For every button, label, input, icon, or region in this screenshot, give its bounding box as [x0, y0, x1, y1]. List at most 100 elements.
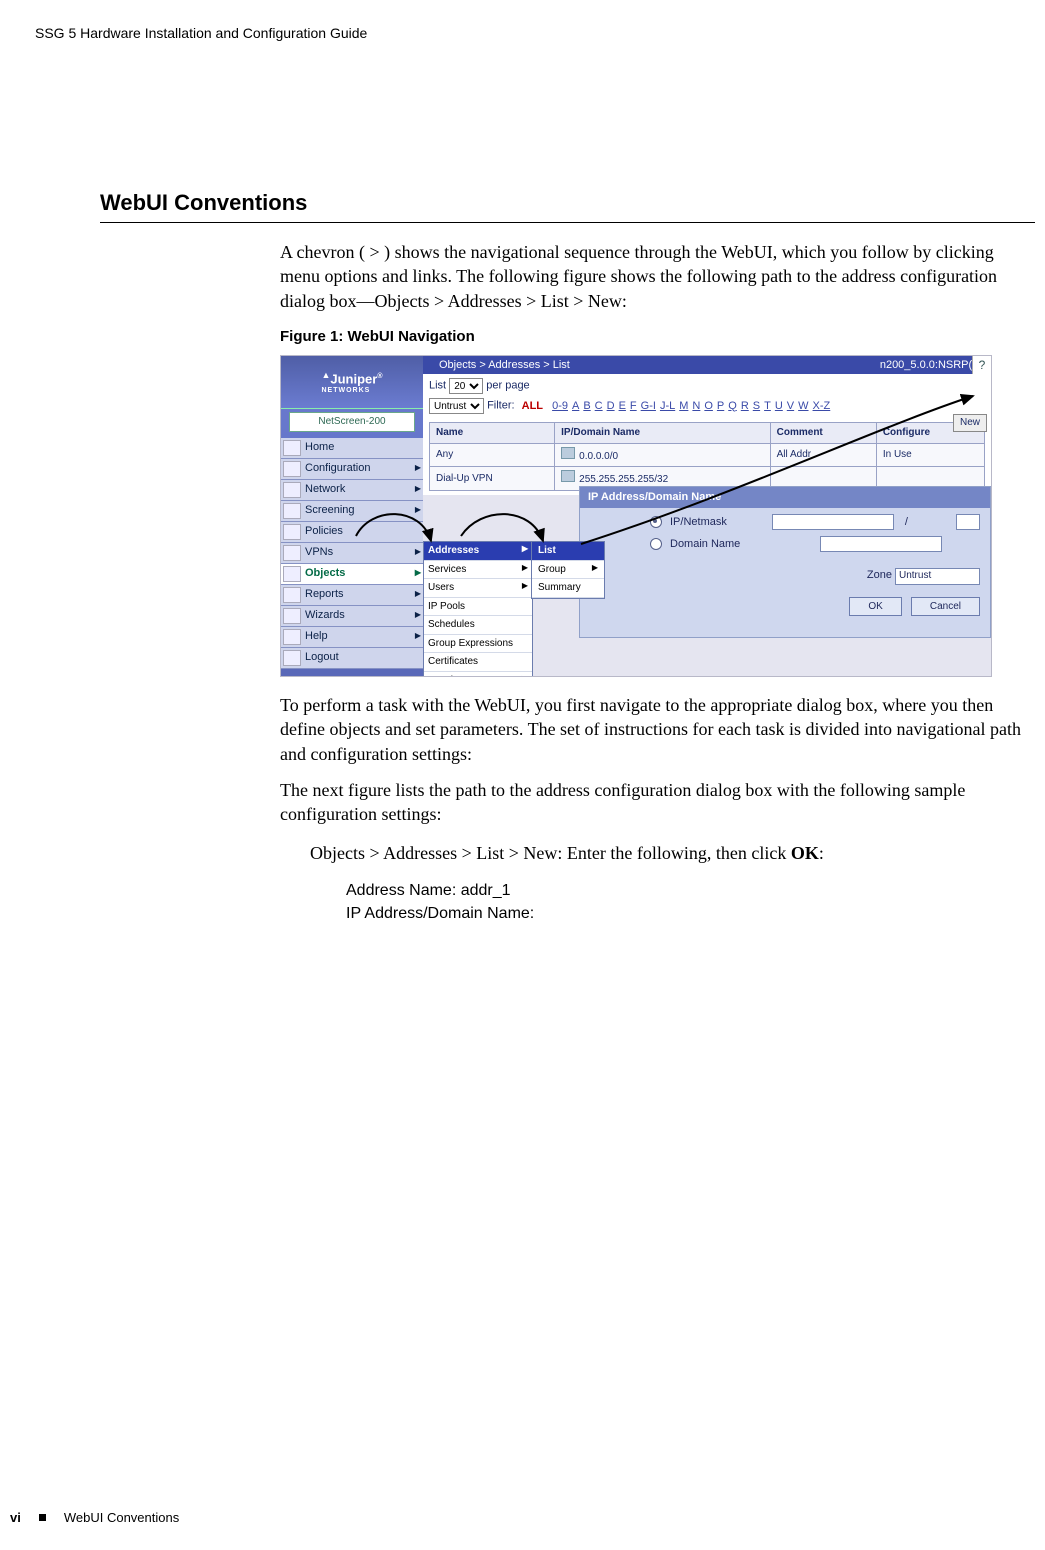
footer-section: WebUI Conventions — [64, 1510, 179, 1525]
filter-letter[interactable]: M — [679, 400, 688, 412]
submenu-item-certificates[interactable]: Certificates — [424, 653, 532, 672]
radio-ipnetmask[interactable] — [650, 516, 662, 528]
sidebar-item-screening[interactable]: Screening ▶ — [281, 501, 423, 522]
sidebar-item-label: Configuration — [305, 461, 370, 476]
submenu-item-addresses[interactable]: Addresses▶ — [424, 542, 532, 561]
help-icon[interactable]: ? — [972, 356, 991, 374]
filter-letter[interactable]: P — [717, 400, 724, 412]
input-ipnetmask[interactable] — [772, 514, 894, 530]
sidebar-item-label: Screening — [305, 503, 355, 518]
per-page-post: per page — [486, 380, 529, 392]
chevron-right-icon: ▶ — [522, 563, 528, 577]
chevron-right-icon: ▶ — [415, 547, 421, 558]
intro-paragraph-1: A chevron ( > ) shows the navigational s… — [280, 240, 1035, 313]
example-path-line: Objects > Addresses > List > New: Enter … — [310, 841, 1035, 865]
filter-letter[interactable]: R — [741, 400, 749, 412]
nav-icon — [283, 524, 301, 540]
chevron-right-icon: ▶ — [415, 631, 421, 642]
body-paragraph-2: To perform a task with the WebUI, you fi… — [280, 693, 1035, 766]
filter-letter[interactable]: G-I — [641, 400, 656, 412]
sidebar-item-policies[interactable]: Policies — [281, 522, 423, 543]
submenu-item-summary[interactable]: Summary — [532, 579, 604, 598]
chevron-right-icon: ▶ — [415, 505, 421, 516]
submenu-item-attacks[interactable]: Attacks▶ — [424, 672, 532, 678]
filter-letter[interactable]: C — [595, 400, 603, 412]
submenu-addresses: ListGroup▶Summary — [531, 541, 605, 599]
filter-all[interactable]: ALL — [522, 400, 543, 412]
submenu-item-schedules[interactable]: Schedules — [424, 616, 532, 635]
toggle-menu-link[interactable]: Toggle Menu — [281, 675, 423, 678]
filter-letter[interactable]: 0-9 — [552, 400, 568, 412]
submenu-item-list[interactable]: List — [532, 542, 604, 561]
input-mask[interactable] — [956, 514, 980, 530]
filter-letter[interactable]: O — [704, 400, 713, 412]
sidebar-item-label: Reports — [305, 587, 344, 602]
running-header: SSG 5 Hardware Installation and Configur… — [35, 25, 367, 41]
filter-letter[interactable]: U — [775, 400, 783, 412]
sidebar-item-logout[interactable]: Logout — [281, 648, 423, 669]
submenu-objects: Addresses▶Services▶Users▶IP PoolsSchedul… — [423, 541, 533, 677]
ok-button[interactable]: OK — [849, 597, 901, 617]
filter-letter[interactable]: X-Z — [813, 400, 831, 412]
filter-letter[interactable]: N — [692, 400, 700, 412]
nav-icon — [283, 650, 301, 666]
submenu-item-users[interactable]: Users▶ — [424, 579, 532, 598]
submenu-item-group[interactable]: Group▶ — [532, 561, 604, 580]
sidebar-item-objects[interactable]: Objects▶ — [281, 564, 423, 585]
sidebar-item-wizards[interactable]: Wizards▶ — [281, 606, 423, 627]
section-heading-wrap: WebUI Conventions — [100, 190, 1035, 223]
path-pre: Objects > Addresses > List > New: Enter … — [310, 843, 791, 863]
new-button[interactable]: New — [953, 414, 987, 432]
filter-letter[interactable]: D — [607, 400, 615, 412]
sidebar-item-vpns[interactable]: VPNs ▶ — [281, 543, 423, 564]
sidebar-item-home[interactable]: Home — [281, 438, 423, 459]
filter-letter[interactable]: S — [753, 400, 760, 412]
sidebar-item-help[interactable]: Help▶ — [281, 627, 423, 648]
chevron-right-icon: ▶ — [415, 568, 421, 579]
nav-icon — [283, 545, 301, 561]
page-footer: vi WebUI Conventions — [10, 1510, 179, 1525]
cell-name: Dial-Up VPN — [430, 467, 555, 491]
body-column: A chevron ( > ) shows the navigational s… — [280, 240, 1035, 925]
filter-letter[interactable]: E — [619, 400, 626, 412]
input-domain[interactable] — [820, 536, 942, 552]
chevron-right-icon: ▶ — [415, 463, 421, 474]
per-page-select[interactable]: 20 — [449, 378, 483, 394]
webui-titlebar: Objects > Addresses > List n200_5.0.0:NS… — [423, 356, 991, 374]
path-post: : — [819, 843, 824, 863]
brand-subtext: NETWORKS — [321, 386, 382, 395]
sidebar-item-reports[interactable]: Reports▶ — [281, 585, 423, 606]
filter-letter[interactable]: A — [572, 400, 579, 412]
zone-select[interactable]: Untrust — [895, 568, 980, 585]
zone-label: Zone — [867, 569, 892, 581]
filter-letter[interactable]: B — [583, 400, 590, 412]
cell-comment: All Addr — [770, 443, 876, 467]
section-heading: WebUI Conventions — [100, 190, 1035, 216]
breadcrumb: Objects > Addresses > List — [439, 358, 880, 373]
submenu-item-ip-pools[interactable]: IP Pools — [424, 598, 532, 617]
radio-domain[interactable] — [650, 538, 662, 550]
filter-letter[interactable]: Q — [728, 400, 737, 412]
cell-configure: In Use — [876, 443, 984, 467]
filter-letter[interactable]: T — [764, 400, 771, 412]
filter-letter[interactable]: W — [798, 400, 808, 412]
chevron-right-icon: ▶ — [415, 484, 421, 495]
sidebar-item-network[interactable]: Network ▶ — [281, 480, 423, 501]
sidebar-item-label: Logout — [305, 650, 339, 665]
sidebar-item-label: Policies — [305, 524, 343, 539]
zone-filter-select[interactable]: Untrust — [429, 398, 484, 414]
sidebar-item-label: Network — [305, 482, 345, 497]
cancel-button[interactable]: Cancel — [911, 597, 980, 617]
nav-icon — [283, 440, 301, 456]
webui-sidebar: ▲Juniper® NETWORKS NetScreen-200 HomeCon… — [281, 356, 423, 676]
submenu-item-group-expressions[interactable]: Group Expressions — [424, 635, 532, 654]
sidebar-item-configuration[interactable]: Configuration ▶ — [281, 459, 423, 480]
filter-letter[interactable]: V — [787, 400, 794, 412]
filter-letter[interactable]: F — [630, 400, 637, 412]
figure-caption: Figure 1: WebUI Navigation — [280, 327, 1035, 347]
chevron-right-icon: ▶ — [592, 563, 598, 577]
filter-letter[interactable]: J-L — [660, 400, 675, 412]
submenu-item-services[interactable]: Services▶ — [424, 561, 532, 580]
nav-icon — [283, 482, 301, 498]
sidebar-item-label: VPNs — [305, 545, 333, 560]
